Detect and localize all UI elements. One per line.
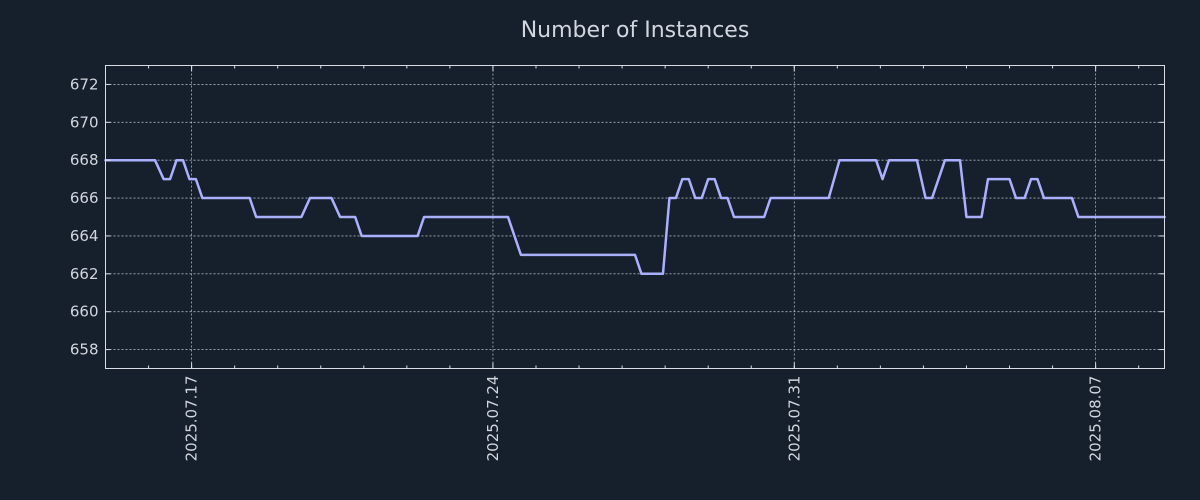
chart-title: Number of Instances: [521, 18, 750, 43]
series-line: [104, 158, 1166, 276]
x-tick-label: 2025.08.07: [1087, 376, 1105, 462]
line-chart: Number of Instances 658 660 662 664 666 668 67…: [70, 18, 1166, 462]
series-layer: [104, 158, 1166, 276]
y-tick-label: 660: [70, 303, 99, 321]
y-tick-label: 670: [70, 113, 99, 131]
x-tick-label: 2025.07.31: [785, 376, 803, 462]
y-tick-label: 658: [70, 341, 99, 359]
chart: Number of Instances 658 660 662 664 666 668 67…: [0, 0, 1200, 500]
x-tick-label: 2025.07.17: [183, 376, 201, 462]
y-tick-label: 668: [70, 151, 99, 169]
axes: 658 660 662 664 666 668 670 672 2025.07.17 2025.0…: [70, 65, 1165, 462]
y-tick-label: 664: [70, 227, 99, 245]
x-tick-label: 2025.07.24: [484, 376, 502, 462]
y-tick-label: 662: [70, 265, 99, 283]
y-tick-label: 672: [70, 75, 99, 93]
y-tick-label: 666: [70, 189, 99, 207]
